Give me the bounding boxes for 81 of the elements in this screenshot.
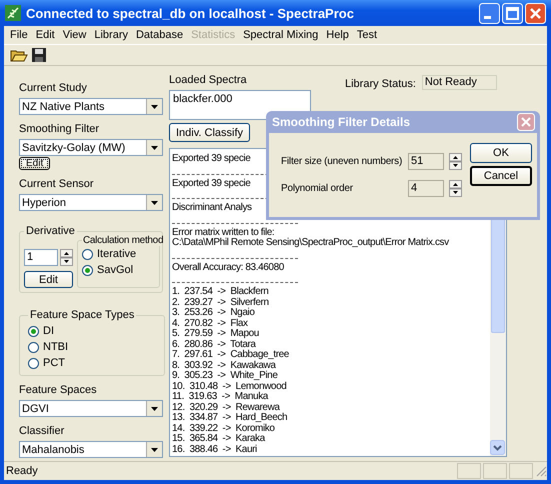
log-line: 15. 365.84 -> Karaka xyxy=(172,434,265,444)
log-line: 1. 237.54 -> Blackfern xyxy=(172,287,268,298)
log-line: 5. 279.59 -> Mapou xyxy=(172,329,259,340)
menu-item[interactable]: View xyxy=(58,29,90,41)
field-label: Feature Spaces xyxy=(19,384,98,396)
group-label: Derivative xyxy=(25,225,76,237)
log-line: Error matrix written to file: xyxy=(172,228,274,238)
log-line: 14. 339.22 -> Koromiko xyxy=(172,424,275,434)
field-label: Current Sensor xyxy=(19,178,95,190)
radio-label: PCT xyxy=(43,357,65,369)
menu-item[interactable]: Test xyxy=(352,29,382,41)
log-line: 8. 303.92 -> Kawakawa xyxy=(172,360,276,370)
log-line: 9. 305.23 -> White_Pine xyxy=(172,371,278,382)
log-line: C:\Data\MPhil Remote Sensing\SpectraProc_output\Error Matrix.csv xyxy=(172,238,449,248)
up-down-control[interactable] xyxy=(449,153,462,170)
group-label: Calculation method xyxy=(82,235,164,246)
log-line: 6. 280.86 -> Totara xyxy=(172,340,256,350)
log-line: Exported 39 specie xyxy=(172,178,250,189)
classify-button[interactable]: Indiv. Classify xyxy=(169,123,250,142)
number-field[interactable]: 51 xyxy=(408,153,444,170)
maximize-icon[interactable] xyxy=(502,2,523,24)
dialog-button[interactable]: OK xyxy=(470,143,532,163)
close-icon[interactable] xyxy=(525,2,546,24)
log-line: Overall Accuracy: 83.46080 xyxy=(172,262,284,273)
minimize-icon[interactable] xyxy=(479,2,500,24)
caret-icon xyxy=(151,146,158,150)
save-icon[interactable] xyxy=(31,47,47,63)
window-title: Connected to spectral_db on localhost - SpectraProc xyxy=(26,6,355,20)
dropdown[interactable]: DGVI xyxy=(19,400,163,417)
caret-icon xyxy=(151,104,158,108)
radio-label: DI xyxy=(43,325,54,337)
radio-button[interactable] xyxy=(82,264,93,276)
field-label: Polynomial order xyxy=(281,183,354,194)
log-line: 2. 239.27 -> Silverfern xyxy=(172,298,269,308)
log-line: 12. 320.29 -> Rewarewa xyxy=(172,402,280,412)
caret-icon xyxy=(151,448,158,452)
field-label: Smoothing Filter xyxy=(19,123,100,135)
field-label: Classifier xyxy=(19,425,66,437)
menu-item[interactable]: Edit xyxy=(32,29,59,41)
radio-button[interactable] xyxy=(82,248,93,260)
log-line: 10. 310.48 -> Lemonwood xyxy=(172,382,286,392)
log-line: 4. 270.82 -> Flax xyxy=(172,318,248,329)
caret-icon xyxy=(151,406,158,410)
dropdown[interactable]: Mahalanobis xyxy=(19,441,163,458)
status-field: Not Ready xyxy=(422,75,497,90)
scroll-down-icon[interactable] xyxy=(490,440,505,455)
log-line: Exported 39 specie xyxy=(172,154,250,164)
menu-item[interactable]: File xyxy=(6,29,32,41)
up-down-control[interactable] xyxy=(449,180,462,197)
dialog-button[interactable]: Cancel xyxy=(470,166,532,186)
menu-item[interactable]: Library xyxy=(90,29,132,41)
log-line: 7. 297.61 -> Cabbage_tree xyxy=(172,350,289,360)
dropdown[interactable]: NZ Native Plants xyxy=(19,98,163,115)
dropdown[interactable]: Savitzky-Golay (MW) xyxy=(19,139,163,156)
log-line: 16. 388.46 -> Kauri xyxy=(172,444,257,455)
radio-button[interactable] xyxy=(28,342,39,352)
number-field[interactable]: 1 xyxy=(24,249,58,266)
field-label: Current Study xyxy=(19,82,88,94)
status-label: Library Status: xyxy=(345,78,416,90)
radio-button[interactable] xyxy=(28,326,39,336)
field-label: Filter size (uneven numbers) xyxy=(281,156,403,167)
log-line: Discriminant Analys xyxy=(172,203,252,214)
menu-item[interactable]: Help xyxy=(322,29,353,41)
radio-label: SavGol xyxy=(97,264,134,276)
radio-label: Iterative xyxy=(97,248,136,260)
up-down-control[interactable] xyxy=(60,249,73,266)
field-label: Loaded Spectra xyxy=(169,74,248,86)
radio-button[interactable] xyxy=(28,358,39,368)
status-text: Ready xyxy=(6,465,39,477)
group-label: Feature Space Types xyxy=(29,309,136,321)
log-line: 11. 319.63 -> Manuka xyxy=(172,392,268,402)
log-line: 3. 253.26 -> Ngaio xyxy=(172,308,254,318)
menu-item[interactable]: Spectral Mixing xyxy=(239,29,322,41)
menu-item[interactable]: Database xyxy=(132,29,188,41)
radio-label: NTBI xyxy=(43,341,68,353)
dropdown[interactable]: Hyperion xyxy=(19,194,163,211)
number-field[interactable]: 4 xyxy=(408,180,444,197)
log-line: 13. 334.87 -> Hard_Beech xyxy=(172,413,288,424)
edit-button[interactable]: Edit xyxy=(24,271,73,288)
caret-icon xyxy=(151,200,158,204)
resize-grip-icon[interactable] xyxy=(535,465,547,477)
